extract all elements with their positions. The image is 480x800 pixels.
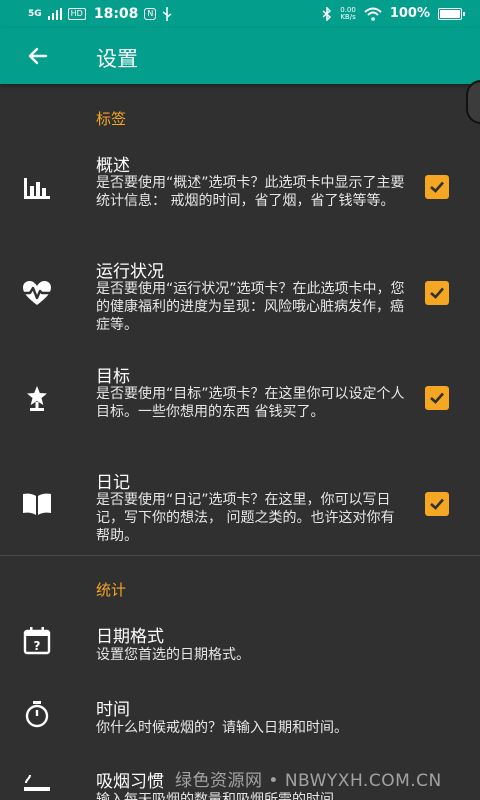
- overview-checkbox[interactable]: [425, 175, 449, 199]
- pref-title: 日记: [96, 473, 130, 493]
- heart-pulse-icon: [21, 281, 53, 305]
- check-icon: [430, 392, 444, 404]
- cigarette-icon: [24, 774, 50, 791]
- section-divider: [0, 555, 480, 556]
- clock: 18:08: [93, 6, 139, 22]
- page-title: 设置: [96, 47, 138, 71]
- notification-badge: N: [144, 8, 157, 20]
- bluetooth-icon: [322, 6, 332, 21]
- signal-indicator: 5G: [28, 9, 42, 19]
- floating-edge-handle[interactable]: [466, 80, 480, 124]
- pref-summary: 是否要使用“日记”选项卡？在这里，你可以写日记，写下你的想法， 问题之类的。也许…: [96, 492, 395, 544]
- health-checkbox[interactable]: [425, 281, 449, 305]
- calendar-question-icon: ?: [23, 627, 51, 655]
- net-speed: 0.00 KB/s: [340, 6, 356, 21]
- trophy-star-icon: [27, 386, 47, 411]
- pref-date-format[interactable]: ? 日期格式 设置您首选的日期格式。: [0, 622, 480, 672]
- pref-diary[interactable]: 日记 是否要使用“日记”选项卡？在这里，你可以写日记，写下你的想法， 问题之类的…: [0, 467, 480, 551]
- section-header-stats: 统计: [96, 581, 127, 599]
- status-bar: 5G HD 18:08 N 0.00 KB/s 100%: [0, 0, 480, 28]
- pref-goals[interactable]: 目标 是否要使用“目标”选项卡？在这里你可以设定个人目标。一些你想用的东西 省钱…: [0, 361, 480, 445]
- wifi-icon: [364, 7, 382, 21]
- pref-title: 运行状况: [96, 262, 164, 282]
- pref-overview[interactable]: 概述 是否要使用“概述”选项卡？此选项卡中显示了主要统计信息： 戒烟的时间，省了…: [0, 150, 480, 234]
- stopwatch-icon: [25, 701, 49, 728]
- diary-checkbox[interactable]: [425, 492, 449, 516]
- usb-icon: [162, 7, 172, 21]
- pref-health[interactable]: 运行状况 是否要使用“运行状况”选项卡？在此选项卡中，您的健康福利的进度为呈现：…: [0, 256, 480, 340]
- hd-badge: HD: [67, 8, 86, 20]
- pref-summary: 设置您首选的日期格式。: [96, 647, 250, 663]
- pref-summary: 是否要使用“概述”选项卡？此选项卡中显示了主要统计信息： 戒烟的时间，省了烟，省…: [96, 175, 405, 209]
- app-bar: 设置: [0, 28, 480, 84]
- pref-title: 吸烟习惯: [96, 772, 164, 792]
- pref-summary: 是否要使用“目标”选项卡？在这里你可以设定个人目标。一些你想用的东西 省钱买了。: [96, 386, 405, 420]
- battery-percent: 100%: [389, 6, 430, 21]
- signal-bars-icon: [47, 8, 62, 20]
- section-header-tags: 标签: [96, 110, 127, 128]
- pref-summary: 输入每天吸烟的数量和吸烟所需的时间: [96, 792, 334, 800]
- pref-title: 概述: [96, 156, 130, 176]
- check-icon: [430, 498, 444, 510]
- open-book-icon: [23, 493, 51, 515]
- pref-title: 目标: [96, 367, 130, 387]
- pref-title: 时间: [96, 700, 130, 720]
- bar-chart-icon: [24, 178, 50, 199]
- check-icon: [430, 287, 444, 299]
- pref-summary: 你什么时候戒烟的？请输入日期和时间。: [96, 720, 348, 736]
- goals-checkbox[interactable]: [425, 386, 449, 410]
- back-button[interactable]: [20, 40, 56, 72]
- pref-summary: 是否要使用“运行状况”选项卡？在此选项卡中，您的健康福利的进度为呈现：风险哦心脏…: [96, 281, 405, 333]
- pref-quit-time[interactable]: 时间 你什么时候戒烟的？请输入日期和时间。: [0, 695, 480, 745]
- net-speed-unit: KB/s: [340, 12, 356, 21]
- arrow-left-icon: [28, 47, 48, 65]
- pref-title: 日期格式: [96, 627, 164, 647]
- battery-icon: [438, 7, 465, 20]
- check-icon: [430, 181, 444, 193]
- watermark: 绿色资源网 • NBWYXH.COM.CN: [175, 771, 442, 791]
- svg-text:?: ?: [34, 639, 41, 653]
